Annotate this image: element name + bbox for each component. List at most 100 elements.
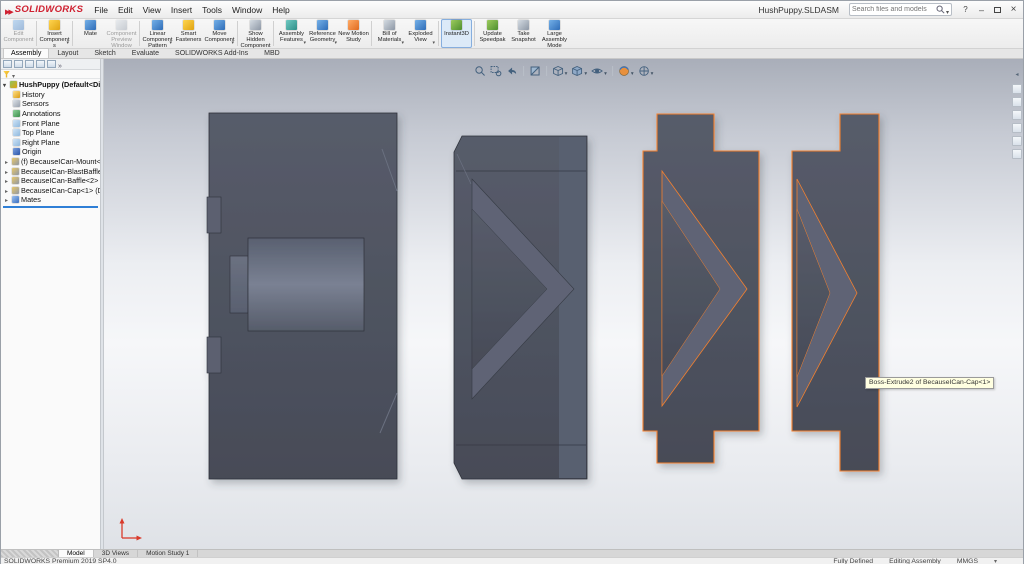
dropdown-caret-icon[interactable] [303,31,306,49]
tab-scroll-area[interactable] [1,550,59,557]
ribbon-button-insert-components[interactable]: Insert Components [39,19,70,48]
tree-item-origin[interactable]: Origin [1,147,100,157]
menu-tools[interactable]: Tools [197,5,227,15]
graphics-area[interactable]: Boss-Extrude2 of BecauseICan-Cap<1> [104,59,1023,549]
help-icon[interactable] [958,3,973,17]
ribbon-button-smart-fasteners[interactable]: Smart Fasteners [173,19,204,48]
expand-caret-icon[interactable] [3,80,9,89]
tree-item-top-plane[interactable]: Top Plane [1,128,100,138]
taskpane-home-icon[interactable] [1012,84,1022,94]
ribbon-button-exploded-view[interactable]: Exploded View [405,19,436,48]
menu-window[interactable]: Window [227,5,267,15]
ribbon-button-linear-component-pattern[interactable]: Linear Component Pattern [142,19,173,48]
maximize-icon[interactable] [990,3,1005,17]
tree-item-sensors[interactable]: Sensors [1,99,100,109]
ribbon-button-take-snapshot[interactable]: Take Snapshot [508,19,539,48]
tree-item-mount-component[interactable]: (f) BecauseICan-Mount<1> (Defa... [1,157,100,167]
tab-motion-study-1[interactable]: Motion Study 1 [138,550,199,557]
tab-evaluate[interactable]: Evaluate [124,48,167,58]
tree-item-blastbaffle-component[interactable]: BecauseICan-BlastBaffle<1> (Def... [1,166,100,176]
property-manager-tab-icon[interactable] [14,60,23,68]
edit-appearance-button[interactable] [617,61,635,81]
part-cap-section-selected[interactable] [791,113,880,472]
configuration-manager-tab-icon[interactable] [25,60,34,68]
filter-icon[interactable] [3,70,10,78]
dropdown-caret-icon[interactable] [231,31,234,49]
menu-help[interactable]: Help [267,5,294,15]
dropdown-caret-icon[interactable] [650,62,654,80]
tab-assembly[interactable]: Assembly [3,48,50,58]
dropdown-caret-icon[interactable] [630,62,634,80]
tree-item-right-plane[interactable]: Right Plane [1,138,100,148]
expand-caret-icon[interactable] [5,167,11,176]
ribbon-button-update-speedpak[interactable]: Update Speedpak [477,19,508,48]
zoom-to-area-button[interactable] [489,64,503,78]
tree-item-baffle-component[interactable]: BecauseICan-Baffle<2> (Default<... [1,176,100,186]
dropdown-caret-icon[interactable] [564,62,568,80]
expand-caret-icon[interactable] [5,176,11,185]
display-manager-tab-icon[interactable] [47,60,56,68]
rollback-bar[interactable] [3,205,98,208]
dropdown-caret-icon[interactable] [583,62,587,80]
zoom-to-fit-button[interactable] [473,64,487,78]
menu-view[interactable]: View [138,5,166,15]
dropdown-caret-icon[interactable] [66,31,69,49]
tab-model[interactable]: Model [59,550,94,557]
dropdown-caret-icon[interactable] [334,31,337,49]
ribbon-button-move-component[interactable]: Move Component [204,19,235,48]
tree-item-history[interactable]: History [1,90,100,100]
part-mount-section[interactable] [206,112,398,480]
view-orientation-button[interactable] [551,61,569,81]
tab-3d-views[interactable]: 3D Views [94,550,139,557]
tab-layout[interactable]: Layout [49,48,86,58]
search-icon[interactable] [936,5,945,14]
tab-mbd[interactable]: MBD [256,48,288,58]
ribbon-button-edit-component[interactable]: Edit Component [3,19,34,48]
previous-view-button[interactable] [505,64,519,78]
menu-insert[interactable]: Insert [166,5,197,15]
dropdown-caret-icon[interactable] [603,62,607,80]
ribbon-button-reference-geometry[interactable]: Reference Geometry [307,19,338,48]
ribbon-button-bill-of-materials[interactable]: Bill of Materials [374,19,405,48]
minimize-icon[interactable] [974,3,989,17]
tree-item-annotations[interactable]: Annotations [1,109,100,119]
tab-solidworks-add-ins[interactable]: SOLIDWORKS Add-Ins [167,48,256,58]
part-blastbaffle-section[interactable] [453,135,588,480]
status-units[interactable]: MMGS [957,558,978,564]
file-explorer-icon[interactable] [1012,110,1022,120]
view-palette-icon[interactable] [1012,123,1022,133]
ribbon-button-mate[interactable]: Mate [75,19,106,48]
design-library-icon[interactable] [1012,97,1022,107]
hide-show-items-button[interactable] [590,61,608,81]
view-settings-button[interactable] [637,61,655,81]
dropdown-caret-icon[interactable] [401,31,404,49]
expand-caret-icon[interactable] [5,186,11,195]
search-input[interactable] [851,6,936,13]
ribbon-button-component-preview-window[interactable]: Component Preview Window [106,19,137,48]
units-dropdown-icon[interactable] [994,558,997,564]
ribbon-button-new-motion-study[interactable]: New Motion Study [338,19,369,48]
tree-item-assembly-root[interactable]: HushPuppy (Default<Display State-1>) [1,80,100,90]
featuremanager-tree-tab-icon[interactable] [3,60,12,68]
search-box[interactable] [848,1,952,19]
ribbon-button-assembly-features[interactable]: Assembly Features [276,19,307,48]
tree-item-cap-component[interactable]: BecauseICan-Cap<1> (Default<... [1,186,100,196]
menu-file[interactable]: File [89,5,113,15]
expand-caret-icon[interactable] [5,195,11,204]
custom-properties-icon[interactable] [1012,149,1022,159]
search-dropdown-icon[interactable] [945,1,949,19]
tab-sketch[interactable]: Sketch [86,48,123,58]
appearances-icon[interactable] [1012,136,1022,146]
part-baffle-section-selected[interactable] [642,113,760,464]
menu-edit[interactable]: Edit [113,5,138,15]
display-style-button[interactable] [570,61,588,81]
ribbon-button-show-hidden-components[interactable]: Show Hidden Components [240,19,271,48]
ribbon-button-instant3d[interactable]: Instant3D [441,19,472,48]
close-icon[interactable] [1006,3,1021,17]
dimxpert-manager-tab-icon[interactable] [36,60,45,68]
tree-item-front-plane[interactable]: Front Plane [1,118,100,128]
dropdown-caret-icon[interactable] [169,31,172,49]
ribbon-button-large-assembly-mode[interactable]: Large Assembly Mode [539,19,570,48]
dropdown-caret-icon[interactable] [432,31,435,49]
tree-item-mates[interactable]: Mates [1,195,100,205]
